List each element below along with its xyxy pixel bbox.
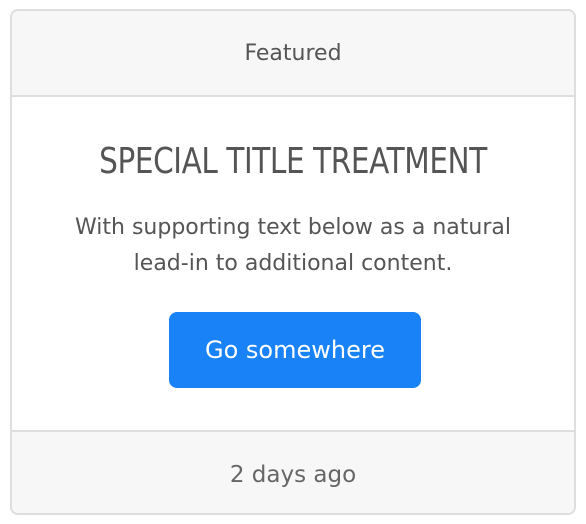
card-text: With supporting text below as a natural … xyxy=(75,215,511,276)
card-title: SPECIAL TITLE TREATMENT xyxy=(99,141,487,182)
card: Featured SPECIAL TITLE TREATMENT With su… xyxy=(10,9,576,515)
card-footer: 2 days ago xyxy=(12,430,574,513)
card-body: SPECIAL TITLE TREATMENT With supporting … xyxy=(12,97,574,430)
go-somewhere-button[interactable]: Go somewhere xyxy=(169,312,421,388)
card-header: Featured xyxy=(12,11,574,97)
